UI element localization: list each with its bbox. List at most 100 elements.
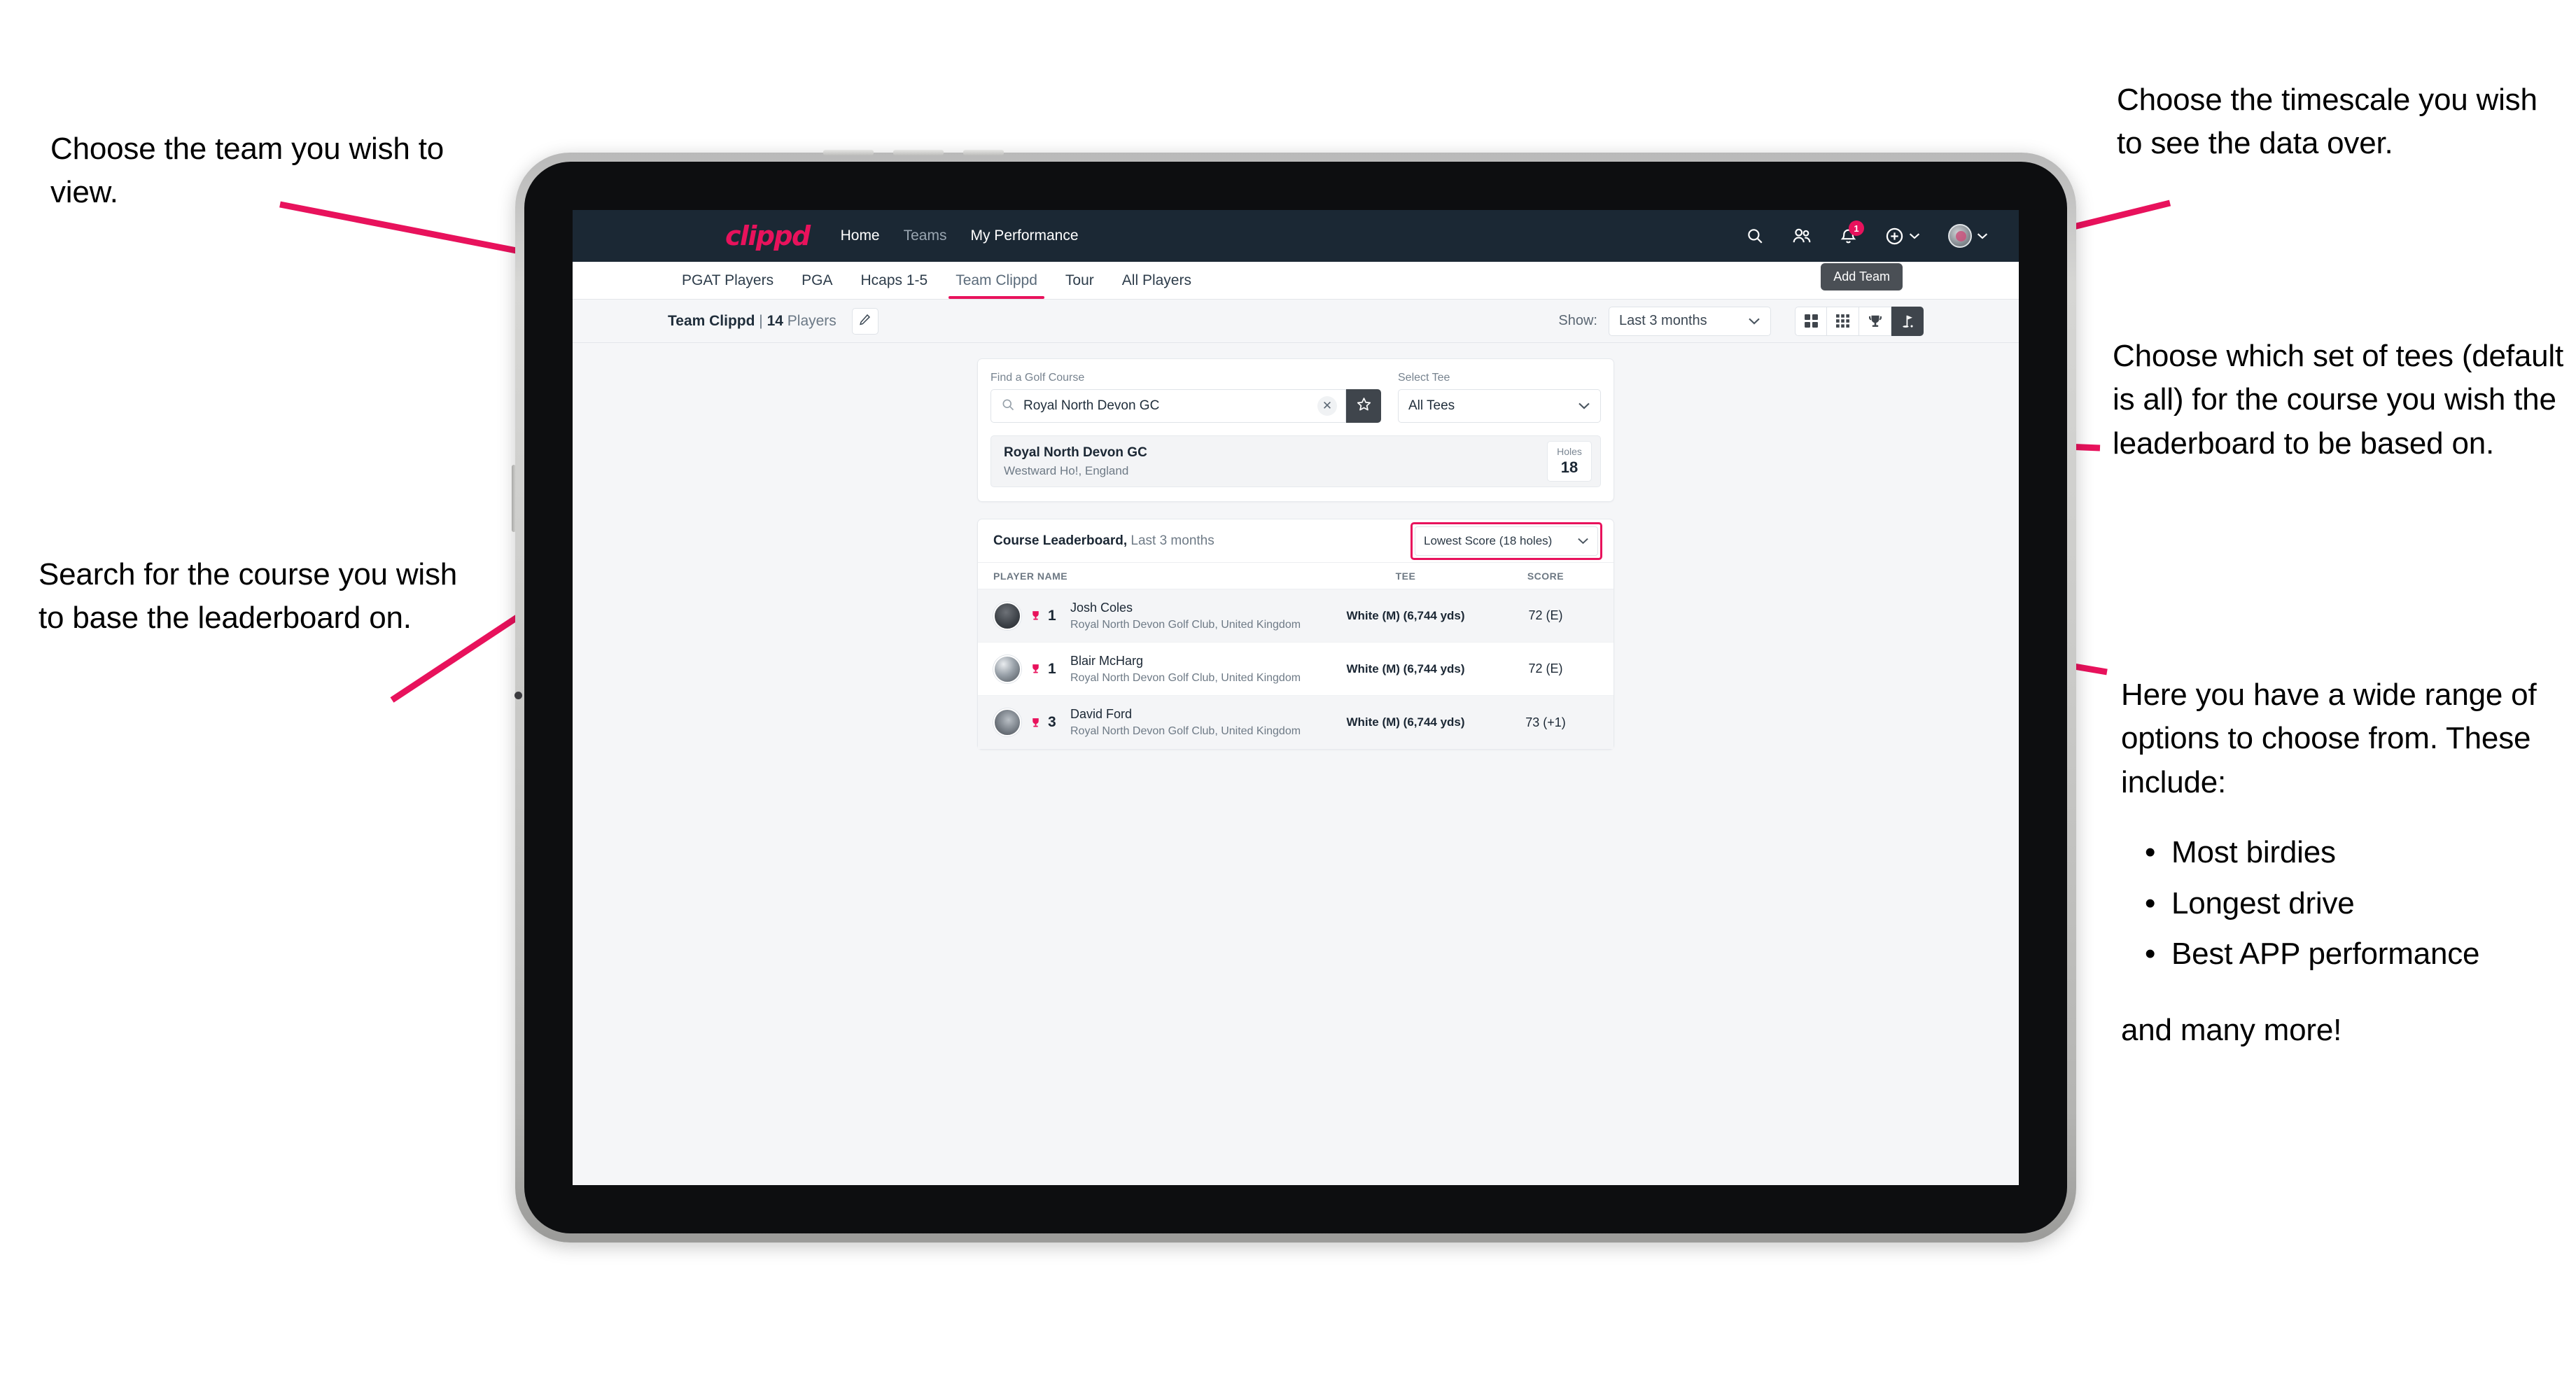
navbar-actions: 1 xyxy=(1746,220,1988,248)
annotation-options-tail: and many more! xyxy=(2121,1012,2342,1047)
player-name: David Ford xyxy=(1070,707,1133,721)
clippd-logo[interactable]: clippd xyxy=(725,220,811,251)
annotation-options: Here you have a wide range of options to… xyxy=(2121,673,2576,1052)
player-tee: White (M) (6,744 yds) xyxy=(1346,715,1465,729)
tab-pgat-players[interactable]: PGAT Players xyxy=(668,262,788,299)
player-score: 72 (E) xyxy=(1528,608,1563,622)
tablet-button-top-1 xyxy=(823,150,874,155)
list-item: Best APP performance xyxy=(2145,932,2576,976)
nav-link-home[interactable]: Home xyxy=(841,227,880,244)
close-icon[interactable]: ✕ xyxy=(1317,396,1337,416)
tablet-button-top-3 xyxy=(963,150,1004,155)
trophy-view-button[interactable] xyxy=(1859,306,1891,336)
main-content: Find a Golf Course Royal North Devon GC … xyxy=(573,343,2019,1185)
tab-all-players[interactable]: All Players xyxy=(1108,262,1205,299)
player-tee: White (M) (6,744 yds) xyxy=(1346,662,1465,676)
player-club: Royal North Devon Golf Club, United King… xyxy=(1070,618,1301,631)
people-icon[interactable] xyxy=(1792,227,1812,245)
avatar xyxy=(993,708,1021,736)
favourite-course-button[interactable] xyxy=(1346,389,1381,423)
edit-team-button[interactable] xyxy=(851,307,878,335)
tablet-bezel: clippd Home Teams My Performance 1 PGAT … xyxy=(524,162,2067,1233)
team-name: Team Clippd xyxy=(668,312,755,329)
column-header-player-name: PLAYER NAME xyxy=(993,570,1068,582)
nav-link-teams[interactable]: Teams xyxy=(904,227,947,244)
app-screen: clippd Home Teams My Performance 1 PGAT … xyxy=(573,210,2019,1185)
table-row[interactable]: 1 Blair McHarg Royal North Devon Golf Cl… xyxy=(978,643,1614,696)
course-search-input[interactable]: Royal North Devon GC ✕ xyxy=(990,389,1346,423)
chevron-down-icon[interactable] xyxy=(1977,232,1988,239)
player-cell: 1 Josh Coles Royal North Devon Golf Club… xyxy=(993,601,1318,631)
tab-tour[interactable]: Tour xyxy=(1051,262,1108,299)
grid-small-view-button[interactable] xyxy=(1827,306,1859,336)
leaderboard-title-sub: Last 3 months xyxy=(1127,533,1214,548)
tee-select[interactable]: All Tees xyxy=(1398,389,1601,423)
player-names: David Ford Royal North Devon Golf Club, … xyxy=(1070,707,1301,738)
player-rank: 1 xyxy=(1048,660,1056,677)
player-rank: 1 xyxy=(1048,607,1056,624)
panel-wrapper: Find a Golf Course Royal North Devon GC … xyxy=(977,358,1614,750)
leaderboard-column-headers: PLAYER NAME TEE SCORE xyxy=(978,563,1614,589)
star-icon xyxy=(1356,396,1372,416)
annotation-search-course: Search for the course you wish to base t… xyxy=(38,557,458,636)
tab-pga[interactable]: PGA xyxy=(788,262,846,299)
player-name: Josh Coles xyxy=(1070,600,1133,615)
nav-link-my-performance[interactable]: My Performance xyxy=(970,227,1078,244)
annotation-options-list: Most birdies Longest drive Best APP perf… xyxy=(2121,831,2576,976)
course-search-value: Royal North Devon GC xyxy=(1023,398,1160,413)
team-separator: | xyxy=(755,312,767,329)
grid-large-view-button[interactable] xyxy=(1795,306,1827,336)
leaderboard-title-main: Course Leaderboard, xyxy=(993,533,1128,548)
course-leaderboard-card: Course Leaderboard, Last 3 months Lowest… xyxy=(977,519,1614,750)
player-club: Royal North Devon Golf Club, United King… xyxy=(1070,725,1301,737)
course-search-row: Find a Golf Course Royal North Devon GC … xyxy=(990,372,1601,423)
period-select[interactable]: Last 3 months xyxy=(1609,306,1771,336)
team-player-count: 14 xyxy=(766,312,783,329)
annotation-tees: Choose which set of tees (default is all… xyxy=(2113,339,2563,461)
tablet-device-frame: clippd Home Teams My Performance 1 PGAT … xyxy=(512,150,2076,1242)
team-players-word: Players xyxy=(783,312,836,329)
search-icon[interactable] xyxy=(1746,227,1764,245)
metric-highlight-box: Lowest Score (18 holes) xyxy=(1410,522,1602,560)
leaderboard-title: Course Leaderboard, Last 3 months xyxy=(993,533,1214,549)
course-view-button[interactable] xyxy=(1891,306,1924,336)
table-row[interactable]: 3 David Ford Royal North Devon Golf Club… xyxy=(978,696,1614,749)
tab-team-clippd[interactable]: Team Clippd xyxy=(941,262,1051,299)
group-tabs: PGAT Players PGA Hcaps 1-5 Team Clippd T… xyxy=(573,262,2019,300)
player-names: Josh Coles Royal North Devon Golf Club, … xyxy=(1070,601,1301,631)
course-result-name: Royal North Devon GC xyxy=(1004,444,1147,460)
table-row[interactable]: 1 Josh Coles Royal North Devon Golf Club… xyxy=(978,589,1614,643)
holes-value: 18 xyxy=(1560,458,1578,476)
search-icon xyxy=(1001,398,1015,415)
trophy-icon xyxy=(1030,662,1042,676)
top-navbar: clippd Home Teams My Performance 1 xyxy=(573,210,2019,262)
player-rank: 3 xyxy=(1048,714,1056,730)
chevron-down-icon xyxy=(1748,313,1760,329)
find-course-label: Find a Golf Course xyxy=(990,372,1085,384)
bell-icon[interactable]: 1 xyxy=(1840,220,1864,245)
player-names: Blair McHarg Royal North Devon Golf Club… xyxy=(1070,654,1301,685)
course-result-text: Royal North Devon GC Westward Ho!, Engla… xyxy=(1004,445,1147,478)
course-search-card: Find a Golf Course Royal North Devon GC … xyxy=(977,358,1614,502)
chevron-down-icon[interactable] xyxy=(1909,232,1920,239)
plus-circle-icon[interactable] xyxy=(1885,227,1920,246)
toolbar-right-controls: Show: Last 3 months xyxy=(1558,306,1924,336)
player-cell: 1 Blair McHarg Royal North Devon Golf Cl… xyxy=(993,654,1318,685)
column-header-tee: TEE xyxy=(1395,570,1416,582)
profile-menu[interactable] xyxy=(1948,224,1988,248)
tab-hcaps-1-5[interactable]: Hcaps 1-5 xyxy=(846,262,941,299)
chevron-down-icon xyxy=(1578,398,1590,414)
course-result-item[interactable]: Royal North Devon GC Westward Ho!, Engla… xyxy=(990,435,1601,487)
column-header-score: SCORE xyxy=(1527,570,1564,582)
leaderboard-metric-select[interactable]: Lowest Score (18 holes) xyxy=(1415,526,1598,556)
player-score: 72 (E) xyxy=(1528,662,1563,676)
list-item: Longest drive xyxy=(2145,882,2576,926)
tablet-button-side xyxy=(512,465,516,532)
period-select-value: Last 3 months xyxy=(1619,313,1707,328)
list-item: Most birdies xyxy=(2145,831,2576,875)
player-cell: 3 David Ford Royal North Devon Golf Club… xyxy=(993,707,1318,738)
avatar[interactable] xyxy=(1948,224,1972,248)
player-tee: White (M) (6,744 yds) xyxy=(1346,608,1465,622)
tooltip-add-team: Add Team xyxy=(1821,263,1903,290)
tee-select-value: All Tees xyxy=(1408,398,1455,413)
